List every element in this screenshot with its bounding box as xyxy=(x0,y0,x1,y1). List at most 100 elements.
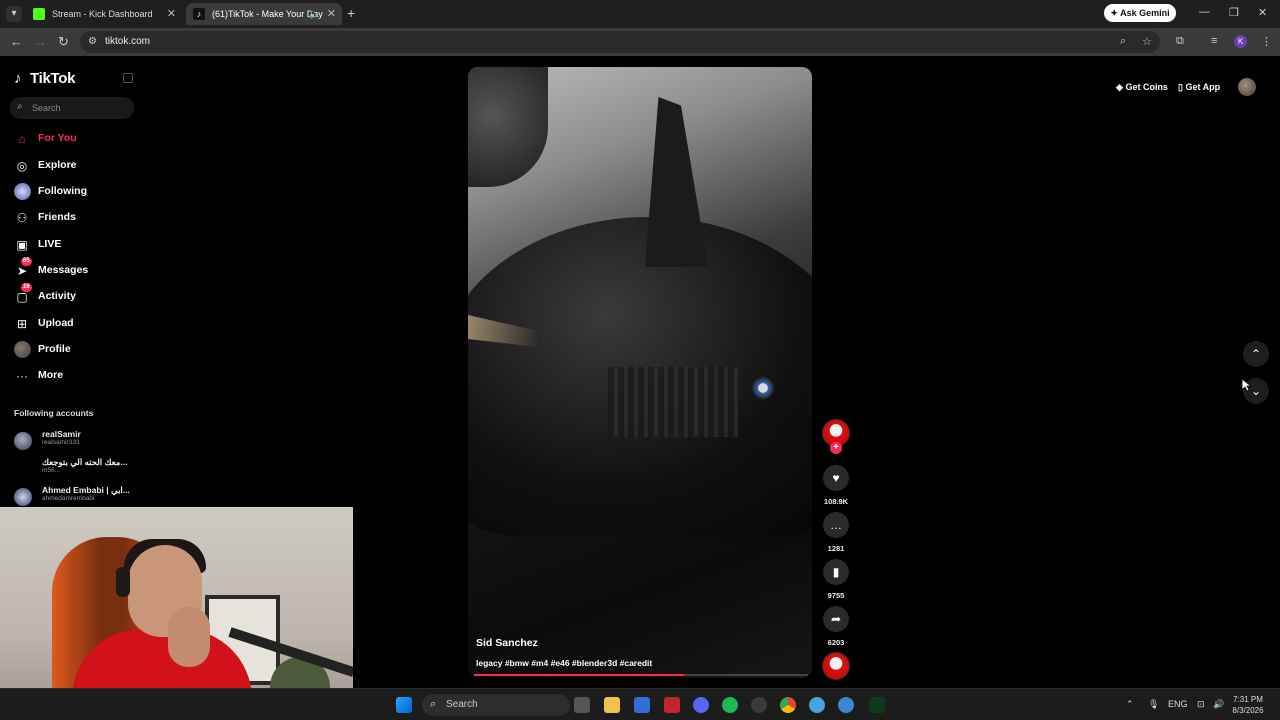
discord-icon[interactable] xyxy=(693,697,709,713)
new-tab-icon[interactable]: + xyxy=(347,5,355,21)
video-scene-helicopter xyxy=(468,67,548,187)
phone-icon: ▯ xyxy=(1178,82,1183,92)
zoom-icon[interactable]: ⌕ xyxy=(1120,35,1126,48)
nav-friends[interactable]: ⚇ Friends xyxy=(12,207,142,229)
following-avatar-icon xyxy=(14,183,31,200)
collapse-sidebar-icon[interactable] xyxy=(123,73,133,83)
get-coins-label: Get Coins xyxy=(1125,82,1168,92)
video-player[interactable]: Sid Sanchez legacy #bmw #m4 #e46 #blende… xyxy=(468,67,812,678)
microphone-icon[interactable]: 🎙 xyxy=(1148,699,1159,710)
nav-label: Profile xyxy=(38,343,71,355)
address-bar-row: ← → ↻ ⚙ tiktok.com ⌕ ☆ ⧉ ≡ ⋮ xyxy=(0,28,1280,56)
network-icon[interactable]: ⊡ xyxy=(1197,699,1205,710)
music-disc-avatar[interactable] xyxy=(822,652,850,680)
app-icon[interactable] xyxy=(664,697,680,713)
nav-following[interactable]: Following xyxy=(12,181,142,203)
nav-more[interactable]: ··· More xyxy=(12,365,142,387)
tab-title: (61)TikTok - Make Your Day xyxy=(212,9,323,19)
share-arrow-icon[interactable]: ➦ xyxy=(823,606,849,632)
video-progress-bar[interactable] xyxy=(474,674,808,676)
nav-live[interactable]: ▣ LIVE xyxy=(12,234,142,256)
user-avatar[interactable] xyxy=(1238,78,1256,96)
video-author[interactable]: Sid Sanchez xyxy=(476,637,538,649)
like-heart-icon[interactable]: ♥ xyxy=(823,465,849,491)
upload-icon: ⊞ xyxy=(16,317,28,331)
following-account[interactable]: Ahmed Embabi | ابي... ahmedamrembabi xyxy=(14,485,140,507)
forward-icon[interactable]: → xyxy=(34,34,47,49)
nav-label: More xyxy=(38,369,64,381)
logo-text: TikTok xyxy=(30,70,76,87)
restore-icon[interactable]: ❐ xyxy=(1229,6,1239,19)
extensions-icon[interactable]: ⧉ xyxy=(1176,35,1184,48)
previous-video-chevron-up-icon[interactable]: ⌃ xyxy=(1243,341,1269,367)
file-explorer-icon[interactable] xyxy=(604,697,620,713)
nav-label: LIVE xyxy=(38,238,62,250)
media-control-icon[interactable]: ≡ xyxy=(1211,35,1217,47)
terminal-icon[interactable] xyxy=(869,697,885,713)
reload-icon[interactable]: ↻ xyxy=(58,34,69,50)
home-icon: ⌂ xyxy=(18,132,26,146)
nav-label: Activity xyxy=(38,290,76,302)
nav-activity[interactable]: ▢ 16 Activity xyxy=(12,283,142,308)
close-tab-icon[interactable]: ✕ xyxy=(327,3,336,25)
browser-menu-icon[interactable]: ⋮ xyxy=(1261,35,1272,48)
compass-icon: ◎ xyxy=(16,159,28,173)
spotify-icon[interactable] xyxy=(722,697,738,713)
nav-profile[interactable]: Profile xyxy=(12,339,142,361)
following-accounts-title: Following accounts xyxy=(14,408,94,418)
tab-kick-dashboard[interactable]: Stream - Kick Dashboard ✕ xyxy=(26,3,182,25)
nav-messages[interactable]: ➤ 65 Messages xyxy=(12,257,142,282)
search-box[interactable]: ⌕ xyxy=(10,97,134,119)
tray-chevron-icon[interactable]: ⌃ xyxy=(1126,699,1134,710)
minimize-icon[interactable]: — xyxy=(1199,6,1210,18)
taskbar-search[interactable]: ⌕ Search xyxy=(422,694,570,716)
search-input[interactable] xyxy=(32,100,128,116)
account-name: realSamir xyxy=(42,429,81,439)
language-indicator[interactable]: ENG xyxy=(1168,699,1188,709)
back-icon[interactable]: ← xyxy=(10,34,23,49)
following-account[interactable]: realSamir realsamir333 xyxy=(14,429,140,451)
comment-icon[interactable]: … xyxy=(823,512,849,538)
following-account[interactable]: معك الحته الي بتوجعك... m56... xyxy=(14,457,140,479)
window-close-icon[interactable]: ✕ xyxy=(1258,6,1267,19)
store-icon[interactable] xyxy=(634,697,650,713)
nav-upload[interactable]: ⊞ Upload xyxy=(12,313,142,335)
account-handle: ahmedamrembabi xyxy=(42,495,95,502)
video-scene-grille xyxy=(608,367,738,437)
follow-plus-icon[interactable]: + xyxy=(830,442,842,454)
nav-for-you[interactable]: ⌂ For You xyxy=(12,128,142,150)
tiktok-logo[interactable]: ♪ TikTok xyxy=(14,70,75,87)
site-info-icon[interactable]: ⚙ xyxy=(88,36,97,47)
close-tab-icon[interactable]: ✕ xyxy=(167,3,176,25)
tab-title: Stream - Kick Dashboard xyxy=(52,9,153,19)
task-view-icon[interactable] xyxy=(574,697,590,713)
chrome-icon[interactable] xyxy=(780,697,796,713)
bookmark-icon[interactable]: ▮ xyxy=(823,559,849,585)
account-handle: realsamir333 xyxy=(42,439,80,446)
volume-icon[interactable]: 🔊 xyxy=(1213,699,1224,710)
omnibox[interactable]: ⚙ tiktok.com xyxy=(80,31,1160,53)
ask-gemini-button[interactable]: ✦ Ask Gemini xyxy=(1104,4,1176,22)
tiktok-favicon-icon: ♪ xyxy=(193,8,205,20)
mouse-cursor-icon xyxy=(1241,378,1253,392)
browser-profile-avatar[interactable]: K xyxy=(1234,35,1247,48)
clock-date: 8/3/2026 xyxy=(1232,706,1264,715)
speaker-icon[interactable]: 🔈 xyxy=(309,3,320,25)
tab-search-button[interactable]: ▾ xyxy=(6,6,22,22)
nav-explore[interactable]: ◎ Explore xyxy=(12,155,142,177)
get-app-button[interactable]: ▯ Get App xyxy=(1178,78,1220,96)
video-caption[interactable]: legacy #bmw #m4 #e46 #blender3d #caredit xyxy=(476,658,652,668)
get-coins-button[interactable]: ◈ Get Coins xyxy=(1116,78,1168,96)
windows-start-icon[interactable] xyxy=(396,697,412,713)
app2-icon[interactable] xyxy=(809,697,825,713)
video-progress-fill xyxy=(474,674,685,676)
app3-icon[interactable] xyxy=(838,697,854,713)
nav-label: Friends xyxy=(38,211,76,223)
taskbar-clock[interactable]: 7:31 PM 8/3/2026 xyxy=(1228,694,1268,716)
search-icon: ⌕ xyxy=(17,101,23,112)
obs-icon[interactable] xyxy=(751,697,767,713)
nav-label: Following xyxy=(38,185,87,197)
bookmark-star-icon[interactable]: ☆ xyxy=(1142,35,1152,48)
tab-tiktok[interactable]: ♪ (61)TikTok - Make Your Day 🔈 ✕ xyxy=(186,3,342,25)
clock-time: 7:31 PM xyxy=(1233,695,1263,704)
